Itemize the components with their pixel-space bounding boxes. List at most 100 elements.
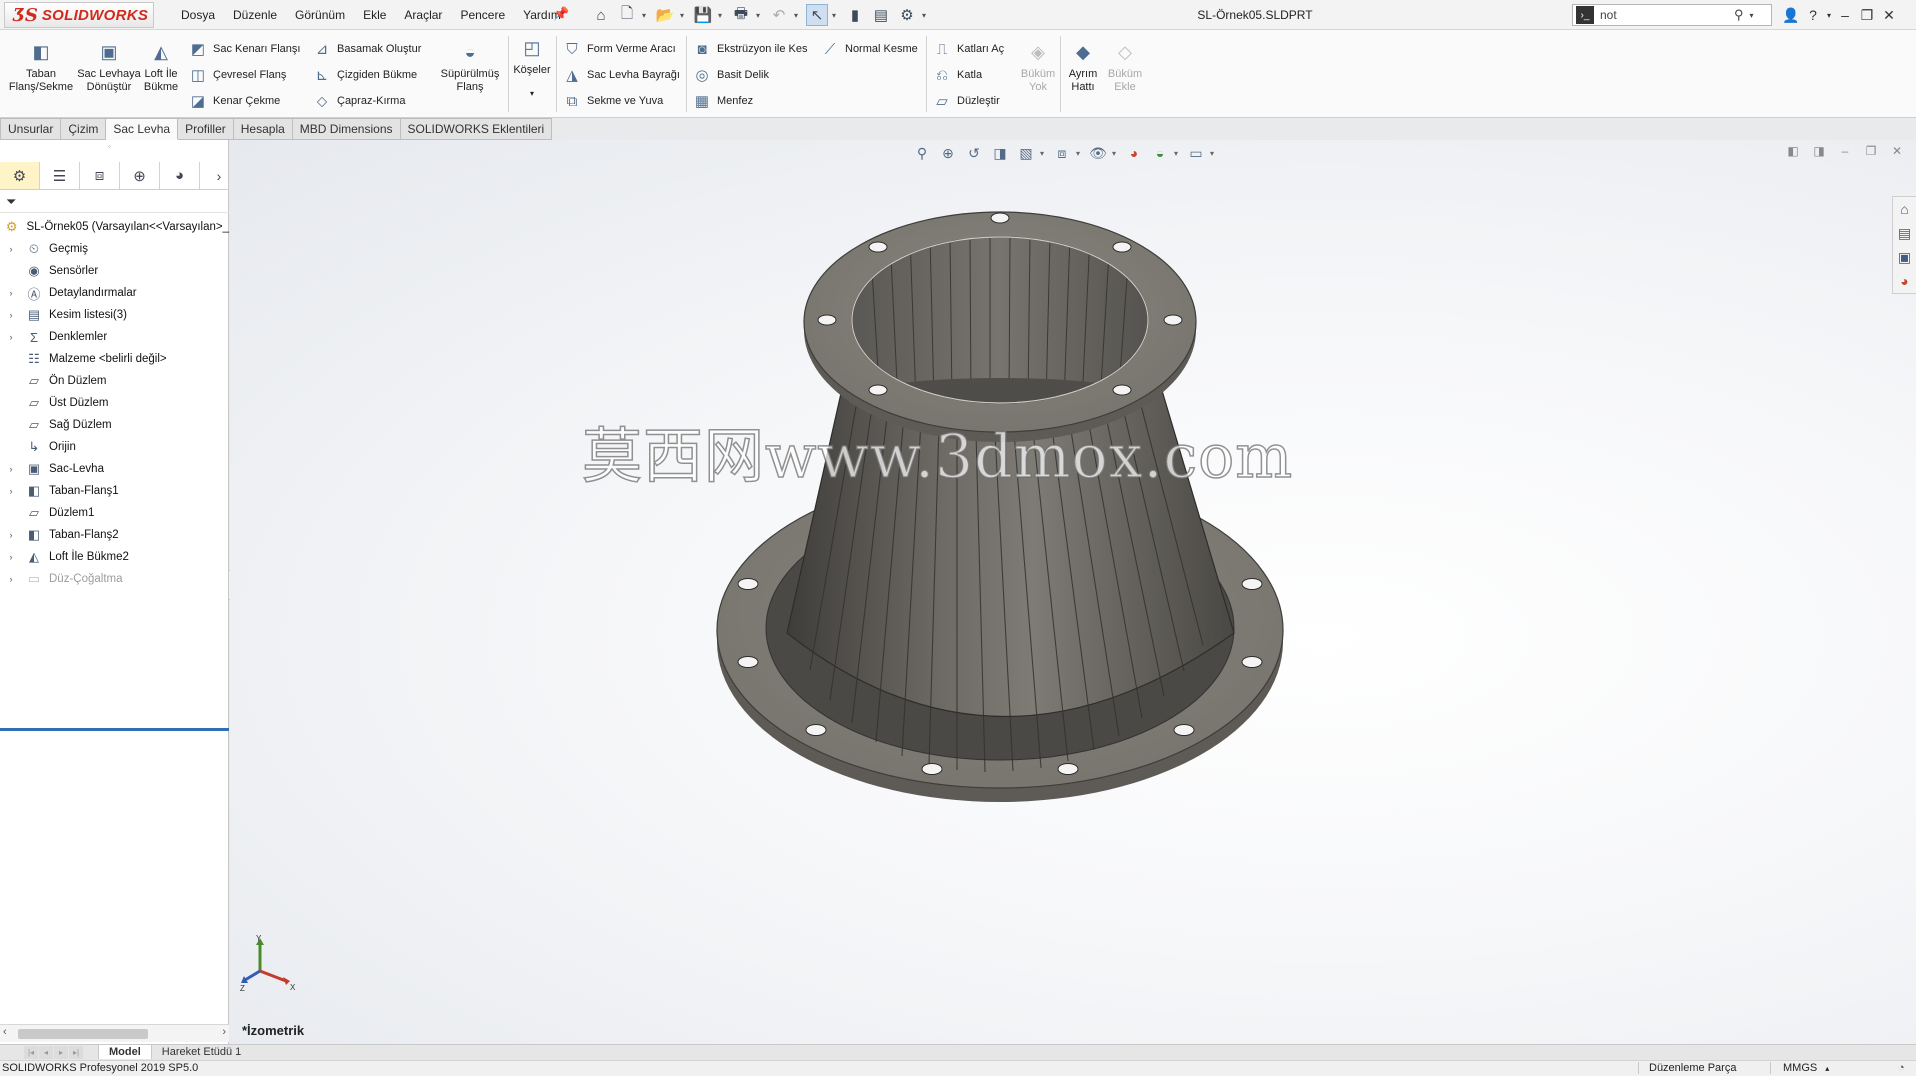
scroll-thumb[interactable] [18, 1029, 148, 1039]
expand-icon[interactable]: › [5, 310, 17, 320]
save-dropdown-icon[interactable]: ▾ [718, 11, 726, 20]
graphics-area[interactable]: 莫西网www.3dmox.com ⚲ ⊕ ↺ ◨ ▧ ▾ ⧈ ▾ 👁 ▾ ◕ ◒ ▾ ▭… [230, 140, 1916, 1044]
feature-manager-tab-icon[interactable]: ⚙ [0, 162, 40, 189]
fold-button[interactable]: ⎌ Katla [932, 64, 982, 86]
split-view-left-icon[interactable]: ◧ [1784, 144, 1802, 158]
select-dropdown-icon[interactable]: ▾ [832, 11, 840, 20]
minimize-icon[interactable]: – [1834, 4, 1856, 26]
previous-tab-icon[interactable]: ◂ [39, 1046, 53, 1059]
sheet-metal-cone-model[interactable] [230, 140, 1916, 1044]
tab-solidworks-addins[interactable]: SOLIDWORKS Eklentileri [400, 118, 553, 140]
scroll-right-icon[interactable]: › [222, 1026, 226, 1038]
options-dropdown-icon[interactable]: ▾ [922, 11, 930, 20]
tab-mbd-dimensions[interactable]: MBD Dimensions [292, 118, 401, 140]
tree-item-origin[interactable]: ↳ Orijin [0, 436, 229, 458]
tab-profiles[interactable]: Profiller [178, 118, 234, 140]
search-dropdown-icon[interactable]: ▾ [1750, 11, 1754, 20]
rip-button[interactable]: ◆ Ayrım Hattı [1062, 43, 1104, 94]
tree-item-base-flange1[interactable]: › ◧ Taban-Flanş1 [0, 480, 229, 502]
solidworks-resources-icon[interactable]: ⌂ [1893, 197, 1916, 221]
menu-file[interactable]: Dosya [172, 6, 224, 24]
tree-item-plane1[interactable]: ▱ Düzlem1 [0, 502, 229, 524]
menu-edit[interactable]: Düzenle [224, 6, 286, 24]
search-input[interactable] [1600, 8, 1730, 22]
tree-item-material[interactable]: ☷ Malzeme <belirli değil> [0, 348, 229, 370]
sketched-bend-button[interactable]: ⊾ Çizgiden Bükme [312, 64, 417, 86]
expand-icon[interactable]: › [5, 288, 17, 298]
simple-hole-button[interactable]: ◎ Basit Delik [692, 64, 769, 86]
section-view-icon[interactable]: ◨ [988, 142, 1012, 164]
tree-item-front-plane[interactable]: ▱ Ön Düzlem [0, 370, 229, 392]
flatten-button[interactable]: ▱ Düzleştir [932, 90, 1000, 112]
unit-system-selector[interactable]: MMGS ▴ [1770, 1062, 1890, 1074]
restore-icon[interactable]: ❐ [1856, 4, 1878, 26]
expand-icon[interactable]: › [5, 552, 17, 562]
tree-item-base-flange2[interactable]: › ◧ Taban-Flanş2 [0, 524, 229, 546]
convert-to-sheet-metal-button[interactable]: ▣ Sac Levhaya Dönüştür [76, 43, 142, 94]
tab-and-slot-button[interactable]: ⧉ Sekme ve Yuva [562, 90, 664, 112]
expand-icon[interactable]: › [5, 530, 17, 540]
forming-tool-button[interactable]: ⛉ Form Verme Aracı [562, 38, 675, 60]
expand-icon[interactable]: › [5, 244, 17, 254]
viewport-restore-icon[interactable]: ❐ [1862, 144, 1880, 158]
display-manager-tab-icon[interactable]: ◕ [160, 162, 200, 189]
horizontal-scrollbar[interactable]: ‹ › [0, 1024, 229, 1042]
view-settings-dropdown-icon[interactable]: ▾ [1210, 149, 1218, 158]
edit-appearance-icon[interactable]: ◕ [1122, 142, 1146, 164]
corners-dropdown-icon[interactable]: ▾ [510, 87, 554, 100]
undo-dropdown-icon[interactable]: ▾ [794, 11, 802, 20]
miter-flange-button[interactable]: ◫ Çevresel Flanş [188, 64, 286, 86]
tree-item-sheet-metal[interactable]: › ▣ Sac-Levha [0, 458, 229, 480]
print-icon[interactable]: 🖶 [730, 4, 752, 26]
tree-item-sensors[interactable]: ◉ Sensörler [0, 260, 229, 282]
tree-item-equations[interactable]: › Σ Denklemler [0, 326, 229, 348]
panel-grip-icon[interactable]: ◦ [108, 142, 111, 151]
menu-tools[interactable]: Araçlar [395, 6, 451, 24]
tab-evaluate[interactable]: Hesapla [233, 118, 293, 140]
expand-icon[interactable]: › [5, 486, 17, 496]
tree-item-lofted-bend2[interactable]: › ◭ Loft İle Bükme2 [0, 546, 229, 568]
options-gear-icon[interactable]: ⚙ [896, 4, 918, 26]
configuration-manager-tab-icon[interactable]: ⧈ [80, 162, 120, 189]
base-flange-button[interactable]: ◧ Taban Flanş/Sekme [8, 43, 74, 94]
tree-item-annotations[interactable]: › Ⓐ Detaylandırmalar [0, 282, 229, 304]
home-icon[interactable]: ⌂ [590, 4, 612, 26]
rollback-bar[interactable] [0, 728, 229, 731]
expand-icon[interactable]: › [5, 574, 17, 584]
scene-dropdown-icon[interactable]: ▾ [1174, 149, 1182, 158]
tab-sketch[interactable]: Çizim [61, 118, 107, 140]
tab-sheet-metal[interactable]: Sac Levha [106, 118, 179, 140]
normal-cut-button[interactable]: ⟋ Normal Kesme [820, 38, 918, 60]
view-orientation-icon[interactable]: ⧈ [1050, 142, 1074, 164]
viewport-close-icon[interactable]: ✕ [1888, 144, 1906, 158]
file-properties-icon[interactable]: ▤ [870, 4, 892, 26]
customize-status-bar-icon[interactable]: ◔ [1898, 1062, 1905, 1074]
search-icon[interactable]: ⚲ [1734, 7, 1744, 23]
swept-flange-button[interactable]: ◒ Süpürülmüş Flanş [436, 43, 504, 94]
new-dropdown-icon[interactable]: ▾ [642, 11, 650, 20]
pin-menu-icon[interactable]: 📌 [553, 6, 569, 22]
tab-model[interactable]: Model [98, 1045, 152, 1059]
tree-item-cut-list[interactable]: › ▤ Kesim listesi(3) [0, 304, 229, 326]
appearances-scenes-icon[interactable]: ◕ [1893, 269, 1916, 293]
zoom-to-fit-icon[interactable]: ⚲ [910, 142, 934, 164]
scroll-left-icon[interactable]: ‹ [3, 1026, 7, 1038]
viewport-minimize-icon[interactable]: – [1836, 144, 1854, 158]
last-tab-icon[interactable]: ▸| [69, 1046, 83, 1059]
help-dropdown-icon[interactable]: ▾ [1824, 4, 1834, 26]
apply-scene-icon[interactable]: ◒ [1148, 142, 1172, 164]
cross-break-button[interactable]: ⬦ Çapraz-Kırma [312, 90, 406, 112]
tree-root-part[interactable]: ⚙ SL-Örnek05 (Varsayılan<<Varsayılan>_ [0, 216, 229, 238]
rebuild-icon[interactable]: ▮ [844, 4, 866, 26]
property-manager-tab-icon[interactable]: ☰ [40, 162, 80, 189]
print-dropdown-icon[interactable]: ▾ [756, 11, 764, 20]
first-tab-icon[interactable]: |◂ [24, 1046, 38, 1059]
tree-item-right-plane[interactable]: ▱ Sağ Düzlem [0, 414, 229, 436]
design-library-icon[interactable]: ▤ [1893, 221, 1916, 245]
solidworks-logo[interactable]: ƷS SOLIDWORKS [4, 2, 154, 28]
search-box[interactable]: ›_ ⚲ ▾ [1572, 4, 1772, 26]
lofted-bend-button[interactable]: ◭ Loft İle Bükme [140, 43, 182, 94]
previous-view-icon[interactable]: ↺ [962, 142, 986, 164]
corners-button[interactable]: ◰ Köşeler ▾ [510, 39, 554, 100]
vent-button[interactable]: ▦ Menfez [692, 90, 753, 112]
